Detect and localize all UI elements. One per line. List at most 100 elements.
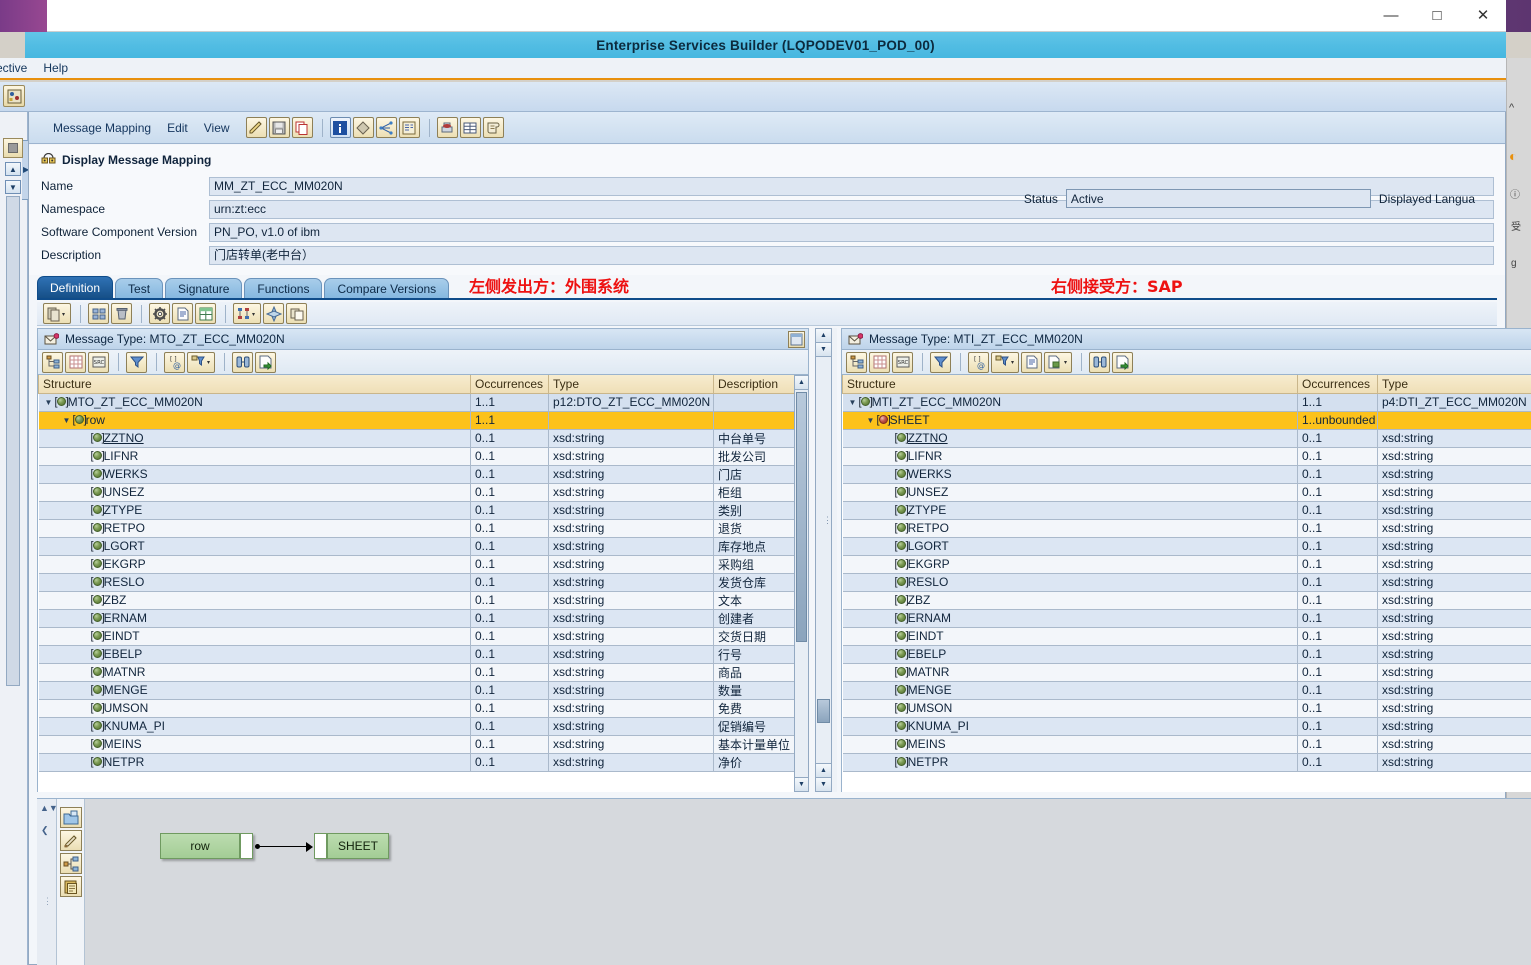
filter-dropdown-icon[interactable]: [187, 351, 215, 373]
tree-node-label[interactable]: UNSEZ: [908, 485, 949, 499]
duplicate-icon[interactable]: [286, 303, 307, 324]
table-row[interactable]: [] WERKS 0..1 xsd:string: [842, 465, 1531, 484]
cell-structure[interactable]: ▼[] row: [38, 411, 471, 430]
cell-structure[interactable]: [] WERKS: [38, 465, 471, 484]
table-row[interactable]: [] KNUMA_PI 0..1 xsd:string 促销编号: [38, 717, 794, 736]
table-row[interactable]: [] EINDT 0..1 xsd:string: [842, 627, 1531, 646]
table-row[interactable]: [] RETPO 0..1 xsd:string: [842, 519, 1531, 538]
table-row[interactable]: [] MENGE 0..1 xsd:string: [842, 681, 1531, 700]
cell-structure[interactable]: [] ZZTNO: [842, 429, 1298, 448]
canvas-expand-left-icon[interactable]: ❮: [41, 825, 49, 836]
target-col-occurrences[interactable]: Occurrences: [1297, 375, 1378, 394]
cell-structure[interactable]: [] LIFNR: [38, 447, 471, 466]
rail-scroll-track[interactable]: [6, 196, 20, 686]
tree-node-label[interactable]: EINDT: [104, 629, 140, 643]
grid-icon[interactable]: [195, 303, 216, 324]
table-row[interactable]: [] LGORT 0..1 xsd:string 库存地点: [38, 537, 794, 556]
tree-structure-icon[interactable]: [846, 351, 867, 373]
menu-item-perspective[interactable]: ective: [0, 61, 27, 75]
table-icon[interactable]: [459, 117, 481, 138]
source-scroll-up-button[interactable]: ▲: [795, 376, 808, 390]
cell-structure[interactable]: [] NETPR: [38, 753, 471, 772]
tree-node-label[interactable]: KNUMA_PI: [104, 719, 165, 733]
tab-functions[interactable]: Functions: [244, 278, 323, 298]
tree-node-label[interactable]: LGORT: [908, 539, 949, 553]
source-view-icon[interactable]: SRC: [88, 351, 109, 373]
tree-node-label[interactable]: ZZTNO: [104, 431, 144, 445]
table-row[interactable]: [] MATNR 0..1 xsd:string: [842, 663, 1531, 682]
filter-dropdown-icon[interactable]: [991, 351, 1019, 373]
cell-structure[interactable]: [] UNSEZ: [842, 483, 1298, 502]
tree-node-label[interactable]: MENGE: [908, 683, 952, 697]
mapping-canvas[interactable]: row SHEET: [85, 799, 1531, 965]
tree-node-label[interactable]: UMSON: [104, 701, 149, 715]
tree-node-label[interactable]: EBELP: [104, 647, 143, 661]
source-col-structure[interactable]: Structure: [38, 375, 471, 394]
tree-node-label[interactable]: NETPR: [908, 755, 949, 769]
scroll-icon[interactable]: [482, 117, 504, 138]
tree-node-label[interactable]: EBELP: [908, 647, 947, 661]
cell-structure[interactable]: [] ZZTNO: [38, 429, 471, 448]
outer-scroll-thumb[interactable]: [817, 699, 830, 723]
cell-structure[interactable]: [] KNUMA_PI: [842, 717, 1298, 736]
map-node-source-port[interactable]: [240, 833, 253, 859]
pane-splitter[interactable]: ▲ ▼ ▲ ▼ ⋮: [815, 328, 837, 792]
source-col-occurrences[interactable]: Occurrences: [470, 375, 549, 394]
perspective-switch-icon[interactable]: [3, 85, 25, 107]
tree-node-label[interactable]: UNSEZ: [104, 485, 145, 499]
context-icon[interactable]: [1044, 351, 1072, 373]
source-view-icon[interactable]: SRC: [892, 351, 913, 373]
cell-structure[interactable]: [] NETPR: [842, 753, 1298, 772]
tree-node-label[interactable]: SHEET: [890, 413, 930, 427]
cell-structure[interactable]: [] RETPO: [842, 519, 1298, 538]
canvas-rail-grip[interactable]: ⋮: [43, 897, 52, 906]
target-col-type[interactable]: Type: [1377, 375, 1531, 394]
tree-caret-icon[interactable]: ▼: [865, 416, 877, 425]
document-icon[interactable]: [172, 303, 193, 324]
tab-definition[interactable]: Definition: [37, 276, 114, 298]
tree-node-label[interactable]: ERNAM: [104, 611, 147, 625]
rail-panel-icon[interactable]: [3, 138, 23, 158]
table-row[interactable]: [] MATNR 0..1 xsd:string 商品: [38, 663, 794, 682]
table-view-icon[interactable]: [65, 351, 86, 373]
cell-structure[interactable]: [] EINDT: [38, 627, 471, 646]
tree-node-label[interactable]: row: [86, 413, 105, 427]
cell-structure[interactable]: [] ERNAM: [842, 609, 1298, 628]
table-row[interactable]: ▼[] SHEET 1..unbounded: [842, 411, 1531, 430]
tree-node-label[interactable]: MTI_ZT_ECC_MM020N: [872, 395, 1001, 409]
table-row[interactable]: [] KNUMA_PI 0..1 xsd:string: [842, 717, 1531, 736]
tree-caret-icon[interactable]: ▼: [847, 398, 859, 407]
cell-structure[interactable]: [] EKGRP: [38, 555, 471, 574]
cell-structure[interactable]: [] MATNR: [842, 663, 1298, 682]
find-icon[interactable]: [232, 351, 253, 373]
table-row[interactable]: [] EKGRP 0..1 xsd:string: [842, 555, 1531, 574]
info-icon[interactable]: [329, 117, 351, 138]
new-folder-icon[interactable]: [59, 807, 82, 828]
source-outer-scrollbar[interactable]: ▲ ▼ ▲ ▼: [815, 328, 832, 792]
cell-structure[interactable]: [] RETPO: [38, 519, 471, 538]
table-row[interactable]: [] NETPR 0..1 xsd:string 净价: [38, 753, 794, 772]
input-software-component-version[interactable]: PN_PO, v1.0 of ibm: [209, 222, 1494, 242]
source-col-description[interactable]: Description: [713, 375, 794, 394]
outer-scroll-up-button[interactable]: ▲: [816, 329, 831, 343]
tree-node-label[interactable]: WERKS: [908, 467, 952, 481]
minimize-button[interactable]: —: [1368, 0, 1414, 31]
table-row[interactable]: [] RESLO 0..1 xsd:string 发货仓库: [38, 573, 794, 592]
source-maximize-icon[interactable]: [788, 330, 805, 348]
table-row[interactable]: [] LIFNR 0..1 xsd:string: [842, 447, 1531, 466]
tree-node-label[interactable]: LIFNR: [908, 449, 943, 463]
rail-scroll-down-button[interactable]: ▼: [5, 180, 21, 194]
source-scroll-thumb[interactable]: [796, 392, 807, 642]
table-row[interactable]: [] ERNAM 0..1 xsd:string 创建者: [38, 609, 794, 628]
tree-node-label[interactable]: NETPR: [104, 755, 145, 769]
cell-structure[interactable]: [] LIFNR: [842, 447, 1298, 466]
cell-structure[interactable]: [] MATNR: [38, 663, 471, 682]
table-row[interactable]: [] UMSON 0..1 xsd:string 免费: [38, 699, 794, 718]
table-row[interactable]: ▼[] MTI_ZT_ECC_MM020N 1..1 p4:DTI_ZT_ECC_MM…: [842, 393, 1531, 412]
rail-scroll-up-button[interactable]: ▲: [5, 162, 21, 176]
expand-icon[interactable]: [263, 303, 284, 324]
object-icon[interactable]: [352, 117, 374, 138]
tree-node-label[interactable]: ZBZ: [908, 593, 931, 607]
cell-structure[interactable]: [] UMSON: [38, 699, 471, 718]
cell-structure[interactable]: [] MENGE: [38, 681, 471, 700]
